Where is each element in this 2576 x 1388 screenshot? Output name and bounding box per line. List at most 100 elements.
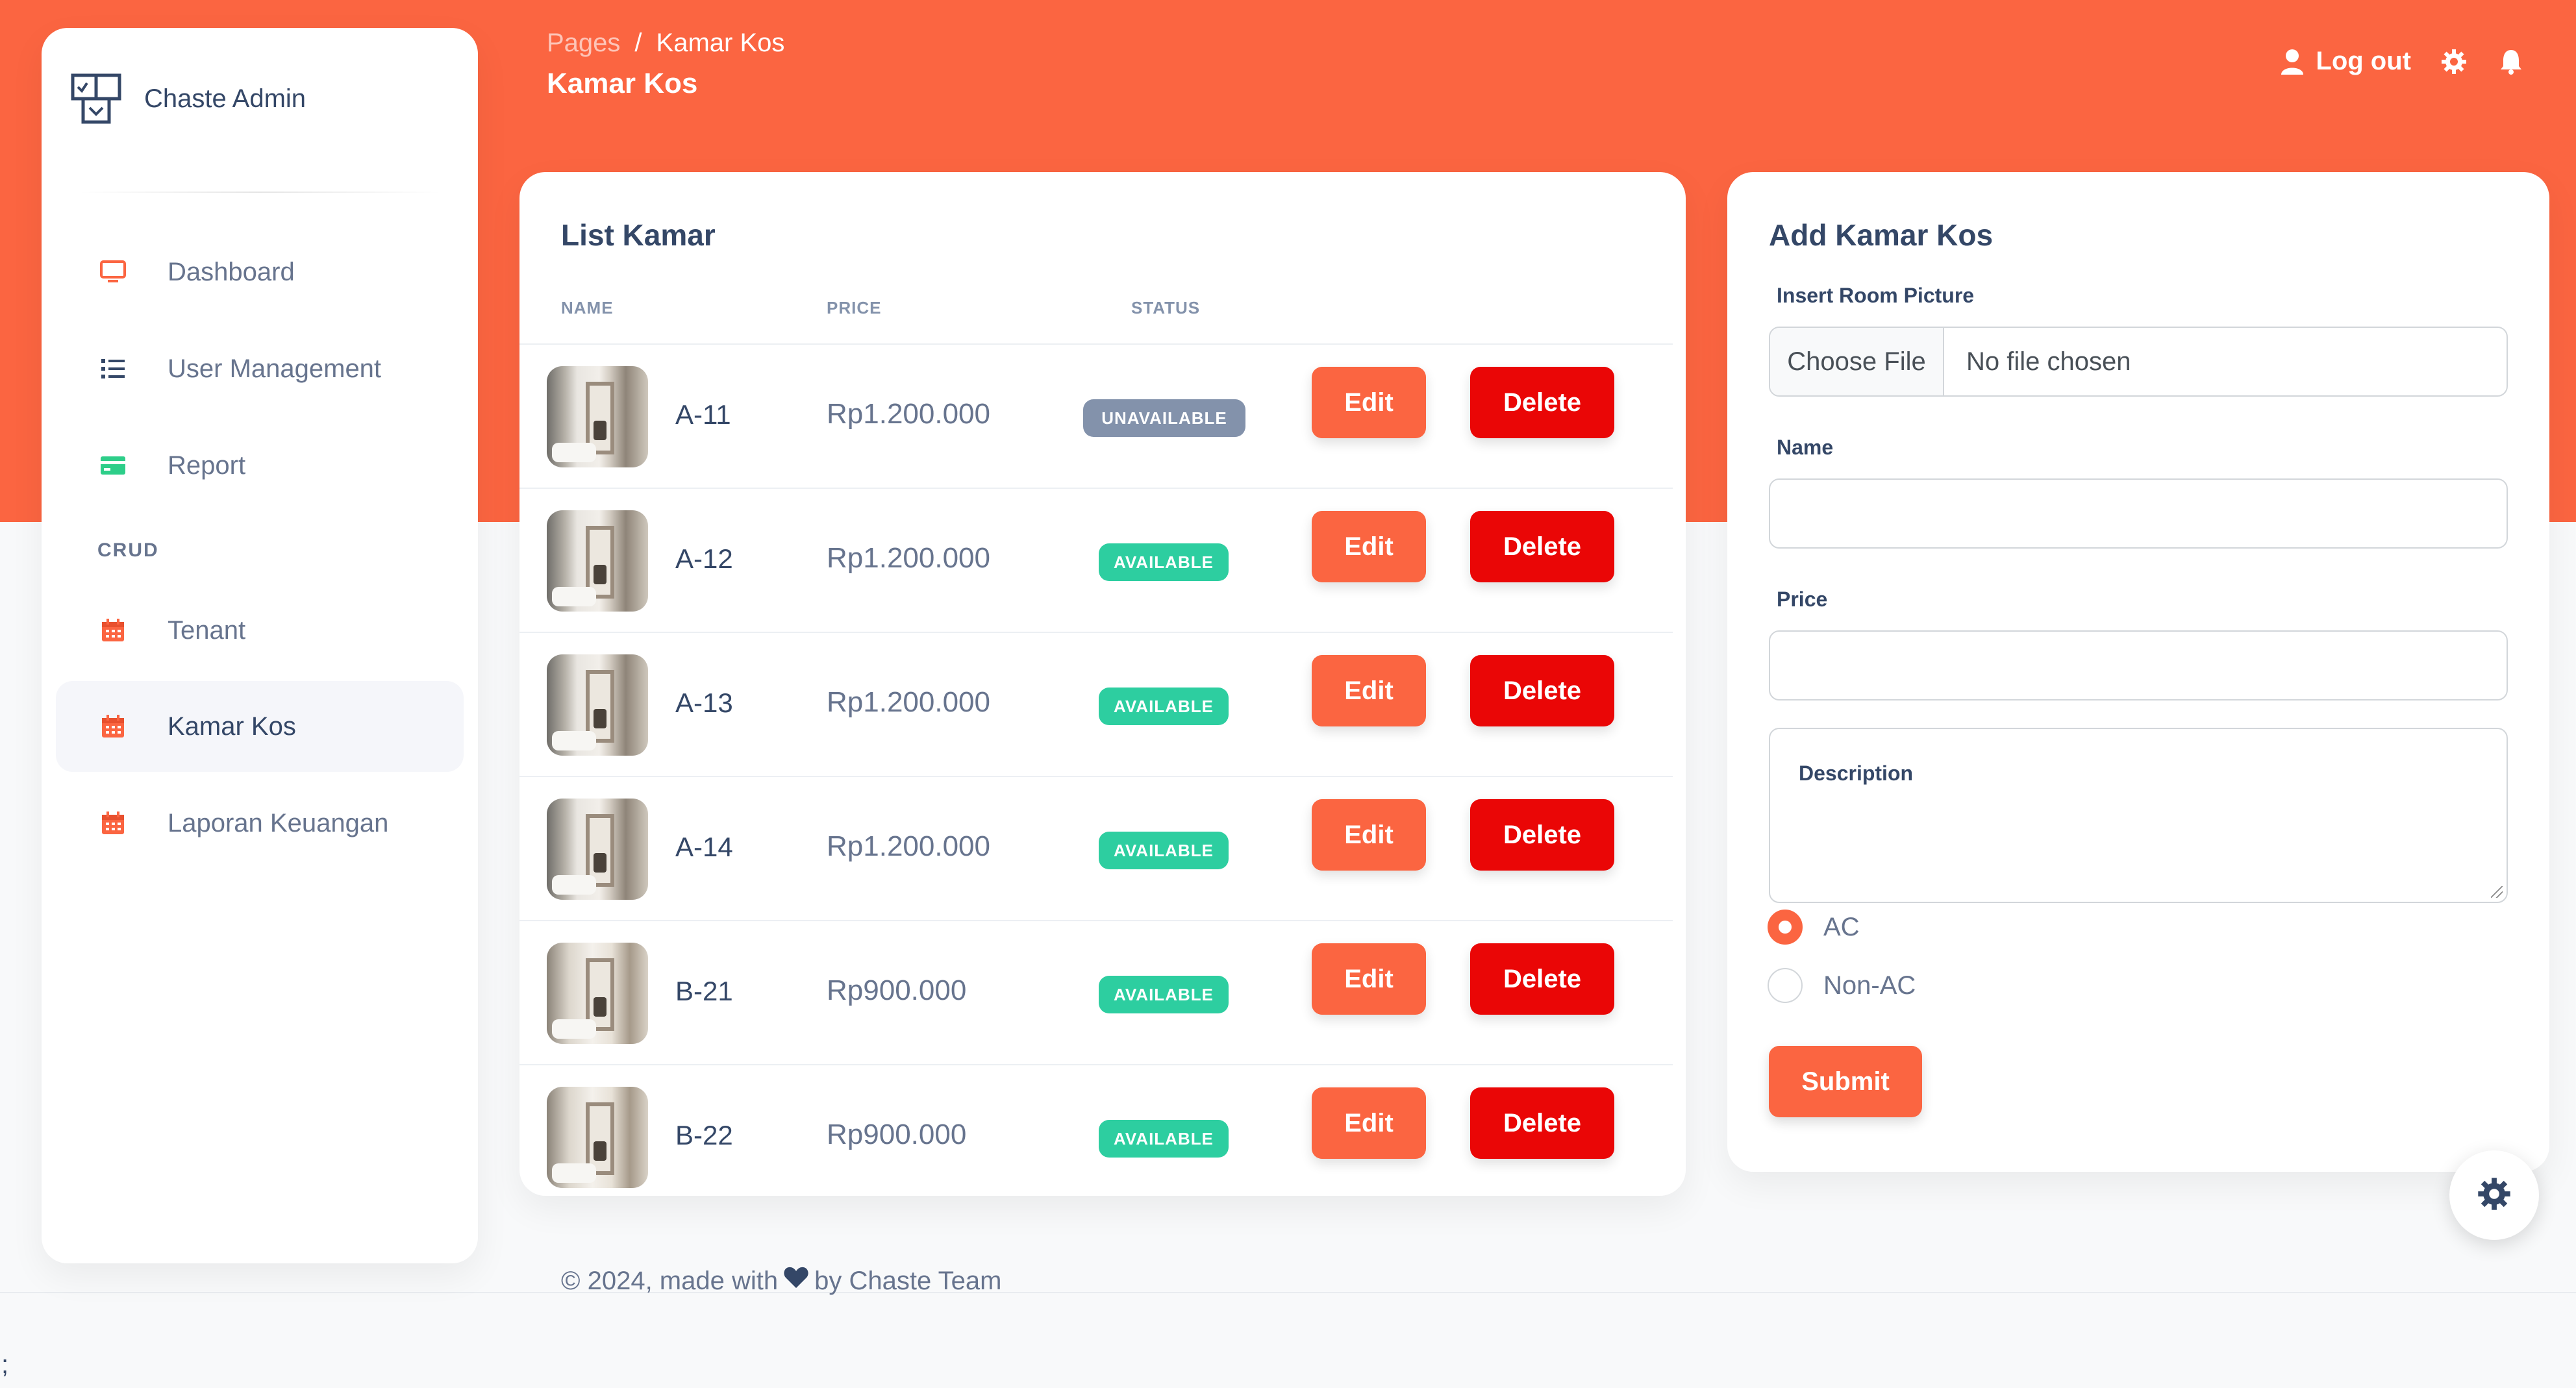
- description-label: Description: [1799, 762, 1914, 785]
- name-label: Name: [1777, 436, 1834, 459]
- delete-button[interactable]: Delete: [1470, 655, 1614, 726]
- list-icon: [99, 354, 127, 383]
- sidebar-item-tenant[interactable]: Tenant: [56, 585, 464, 676]
- room-list-card: List Kamar NAME PRICE STATUS A-11 Rp1.20…: [519, 172, 1686, 1196]
- delete-button[interactable]: Delete: [1470, 511, 1614, 582]
- brand-name: Chaste Admin: [144, 84, 306, 113]
- sidebar-item-laporan-keuangan[interactable]: Laporan Keuangan: [56, 778, 464, 869]
- radio-button[interactable]: [1768, 968, 1803, 1003]
- status-badge: AVAILABLE: [1099, 688, 1229, 725]
- room-price: Rp900.000: [827, 1119, 967, 1150]
- resize-grip-icon[interactable]: [2491, 886, 2503, 898]
- room-name: B-22: [675, 1120, 733, 1150]
- credit-card-icon: [99, 451, 127, 480]
- table-row: B-21 Rp900.000 AVAILABLE Edit Delete: [519, 921, 1673, 1065]
- footer: © 2024, made with by Chaste Team: [561, 1266, 1001, 1296]
- sidebar-divider: [78, 192, 442, 193]
- radio-label: AC: [1823, 912, 1860, 941]
- add-room-form: Add Kamar Kos Insert Room Picture Choose…: [1727, 172, 2549, 1172]
- logout-label: Log out: [2316, 47, 2411, 75]
- picture-label: Insert Room Picture: [1777, 284, 1975, 307]
- room-name: B-21: [675, 976, 733, 1006]
- column-header-status: STATUS: [1131, 298, 1201, 317]
- edit-button[interactable]: Edit: [1312, 655, 1426, 726]
- edit-button[interactable]: Edit: [1312, 1087, 1426, 1159]
- logout-button[interactable]: Log out: [2278, 47, 2411, 76]
- room-thumbnail: [547, 654, 648, 756]
- delete-button[interactable]: Delete: [1470, 799, 1614, 871]
- description-textarea[interactable]: Description: [1769, 728, 2508, 903]
- user-icon: [2278, 47, 2307, 76]
- status-badge: AVAILABLE: [1099, 976, 1229, 1013]
- name-input[interactable]: [1769, 478, 2508, 549]
- breadcrumb-root[interactable]: Pages: [547, 29, 620, 58]
- room-picture-file-input[interactable]: Choose File No file chosen: [1769, 327, 2508, 397]
- room-name: A-11: [675, 399, 731, 430]
- price-label: Price: [1777, 588, 1828, 611]
- footer-prefix: © 2024, made with: [561, 1266, 779, 1295]
- sidebar-item-kamar-kos[interactable]: Kamar Kos: [56, 681, 464, 772]
- radio-label: Non-AC: [1823, 971, 1916, 1000]
- calendar-icon: [99, 712, 127, 741]
- edit-button[interactable]: Edit: [1312, 943, 1426, 1015]
- sidebar-item-label: Laporan Keuangan: [168, 808, 389, 837]
- top-actions: Log out: [2278, 47, 2525, 76]
- monitor-icon: [99, 258, 127, 286]
- breadcrumb-separator: /: [634, 29, 642, 57]
- sidebar-item-report[interactable]: Report: [56, 420, 464, 511]
- gear-icon[interactable]: [2440, 47, 2468, 76]
- brand-logo-icon: [71, 73, 121, 124]
- table-row: A-12 Rp1.200.000 AVAILABLE Edit Delete: [519, 489, 1673, 633]
- sidebar-item-label: Tenant: [168, 615, 246, 645]
- room-price: Rp1.200.000: [827, 686, 990, 718]
- card-title: List Kamar: [561, 218, 716, 252]
- room-thumbnail: [547, 366, 648, 467]
- room-thumbnail: [547, 943, 648, 1044]
- status-badge: UNAVAILABLE: [1083, 399, 1245, 437]
- column-header-price: PRICE: [827, 298, 882, 317]
- breadcrumb: Pages / Kamar Kos: [547, 29, 784, 58]
- room-thumbnail: [547, 510, 648, 612]
- delete-button[interactable]: Delete: [1470, 943, 1614, 1015]
- room-thumbnail: [547, 799, 648, 900]
- sidebar-item-user-management[interactable]: User Management: [56, 323, 464, 414]
- sidebar: Chaste Admin Dashboard User Management R…: [42, 28, 478, 1263]
- delete-button[interactable]: Delete: [1470, 1087, 1614, 1159]
- brand[interactable]: Chaste Admin: [70, 69, 306, 128]
- stray-text: ;: [1, 1350, 9, 1379]
- sidebar-item-label: User Management: [168, 354, 382, 383]
- room-price: Rp1.200.000: [827, 830, 990, 862]
- page-title: Kamar Kos: [547, 68, 698, 99]
- table-row: A-11 Rp1.200.000 UNAVAILABLE Edit Delete: [519, 345, 1673, 489]
- gear-icon: [2477, 1177, 2511, 1214]
- edit-button[interactable]: Edit: [1312, 367, 1426, 438]
- calendar-icon: [99, 809, 127, 837]
- room-name: A-13: [675, 688, 733, 718]
- edit-button[interactable]: Edit: [1312, 511, 1426, 582]
- room-name: A-14: [675, 832, 733, 862]
- edit-button[interactable]: Edit: [1312, 799, 1426, 871]
- submit-button[interactable]: Submit: [1769, 1046, 1922, 1117]
- settings-fab[interactable]: [2449, 1150, 2539, 1240]
- form-title: Add Kamar Kos: [1769, 218, 1994, 252]
- radio-option-ac[interactable]: AC: [1768, 910, 1860, 945]
- bell-icon[interactable]: [2497, 47, 2525, 76]
- sidebar-item-dashboard[interactable]: Dashboard: [56, 227, 464, 317]
- room-price: Rp900.000: [827, 974, 967, 1006]
- calendar-icon: [99, 616, 127, 645]
- sidebar-item-label: Report: [168, 451, 246, 480]
- radio-option-non-ac[interactable]: Non-AC: [1768, 968, 1916, 1003]
- room-name: A-12: [675, 543, 733, 574]
- price-input[interactable]: [1769, 630, 2508, 700]
- delete-button[interactable]: Delete: [1470, 367, 1614, 438]
- file-status-text: No file chosen: [1966, 347, 2131, 376]
- choose-file-button[interactable]: Choose File: [1770, 328, 1944, 395]
- status-badge: AVAILABLE: [1099, 543, 1229, 581]
- breadcrumb-current: Kamar Kos: [656, 29, 785, 57]
- radio-button[interactable]: [1768, 910, 1803, 945]
- status-badge: AVAILABLE: [1099, 1120, 1229, 1158]
- heart-icon: [783, 1266, 809, 1296]
- footer-suffix: by Chaste Team: [814, 1266, 1002, 1295]
- column-header-name: NAME: [561, 298, 614, 317]
- sidebar-item-label: Dashboard: [168, 257, 295, 286]
